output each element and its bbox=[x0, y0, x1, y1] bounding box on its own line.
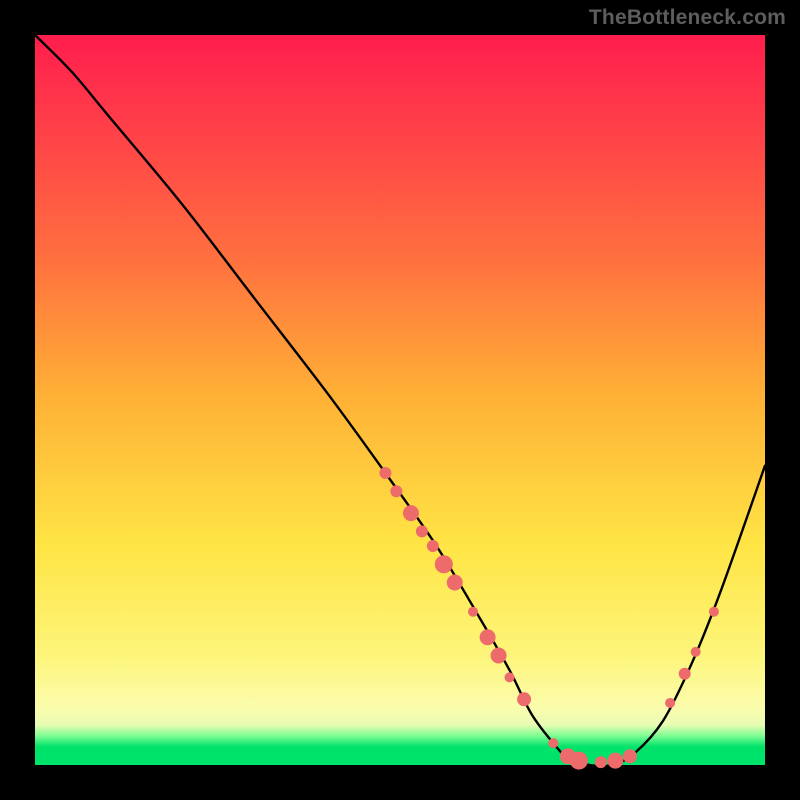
data-marker bbox=[390, 485, 402, 497]
data-marker bbox=[691, 647, 701, 657]
curve-line bbox=[35, 35, 765, 766]
data-marker bbox=[416, 525, 428, 537]
data-marker bbox=[491, 648, 507, 664]
data-marker bbox=[548, 738, 558, 748]
data-marker bbox=[403, 505, 419, 521]
data-marker bbox=[468, 607, 478, 617]
data-marker bbox=[665, 698, 675, 708]
chart-frame: TheBottleneck.com bbox=[0, 0, 800, 800]
data-marker bbox=[709, 607, 719, 617]
data-marker bbox=[517, 692, 531, 706]
data-markers bbox=[379, 467, 719, 770]
data-marker bbox=[595, 756, 607, 768]
data-marker bbox=[505, 672, 515, 682]
chart-svg bbox=[35, 35, 765, 765]
data-marker bbox=[570, 752, 588, 770]
data-marker bbox=[623, 749, 637, 763]
data-marker bbox=[435, 555, 453, 573]
data-marker bbox=[379, 467, 391, 479]
data-marker bbox=[679, 668, 691, 680]
data-marker bbox=[480, 629, 496, 645]
data-marker bbox=[447, 575, 463, 591]
data-marker bbox=[607, 753, 623, 769]
data-marker bbox=[427, 540, 439, 552]
plot-area bbox=[35, 35, 765, 765]
watermark-text: TheBottleneck.com bbox=[589, 6, 786, 30]
